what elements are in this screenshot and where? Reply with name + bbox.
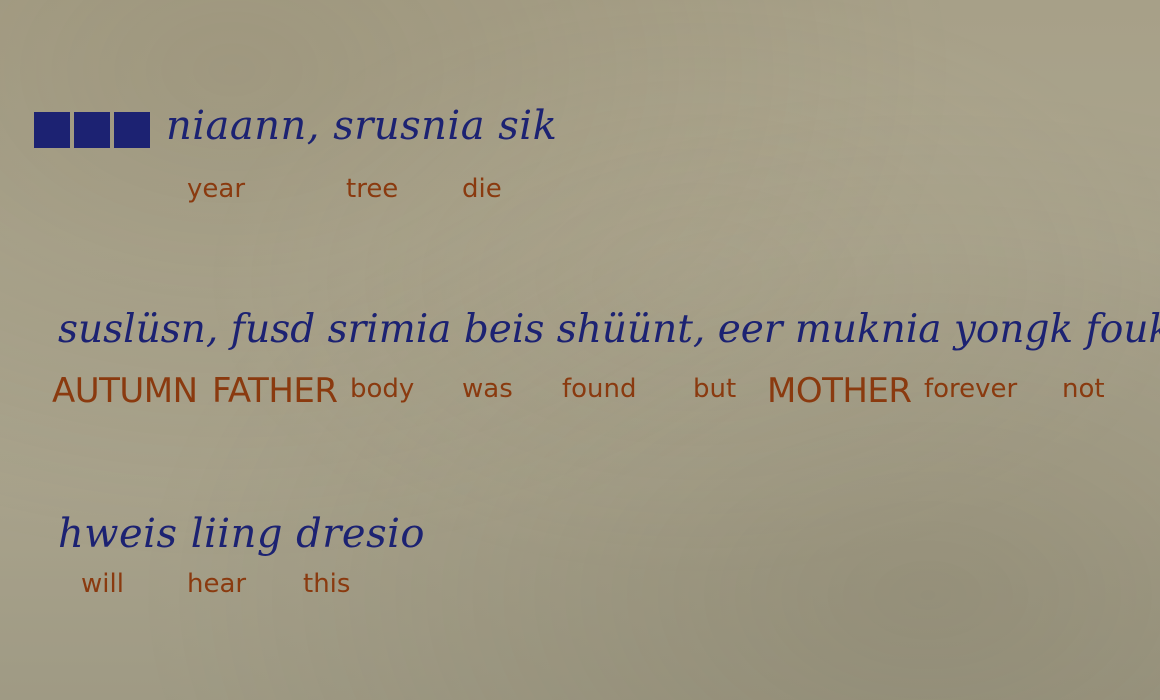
redaction-block: [74, 112, 110, 148]
gloss-word: forever: [924, 374, 1018, 404]
gloss-word: this: [303, 569, 351, 599]
gloss-word: die: [462, 174, 502, 204]
gloss-word: year: [187, 174, 246, 204]
gloss-word: hear: [187, 569, 247, 599]
gloss-word: but: [693, 374, 737, 404]
gloss-word: was: [462, 374, 513, 404]
gloss-word: FATHER: [212, 371, 338, 411]
gloss-word: MOTHER: [767, 371, 912, 411]
gloss-word: will: [81, 569, 124, 599]
gloss-word: found: [562, 374, 637, 404]
gloss-word: AUTUMN: [52, 371, 198, 411]
redaction-blocks: [34, 112, 150, 148]
redaction-block: [34, 112, 70, 148]
script-line-3: hweis liing dresio: [58, 511, 425, 557]
manuscript-page: niaann, srusnia sik year tree die suslüs…: [0, 0, 1160, 700]
script-line-1: niaann, srusnia sik: [166, 103, 558, 149]
gloss-word: tree: [346, 174, 399, 204]
gloss-word: body: [350, 374, 415, 404]
redaction-block: [114, 112, 150, 148]
gloss-word: not: [1062, 374, 1105, 404]
script-line-2: suslüsn, fusd srimia beis shüünt, eer mu…: [58, 307, 1160, 352]
